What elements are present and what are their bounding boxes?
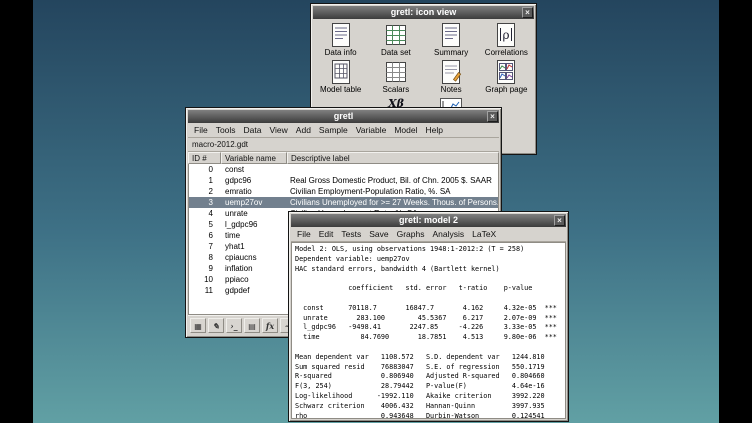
- session-icon-view-icon[interactable]: ▤: [244, 318, 260, 333]
- session-icon-graph-page[interactable]: Graph page: [479, 59, 534, 95]
- model-menu-tests[interactable]: Tests: [337, 228, 365, 240]
- session-icon-label: Correlations: [485, 48, 528, 57]
- row-id: 10: [189, 274, 222, 285]
- table-row-gdpc96[interactable]: 1gdpc96Real Gross Domestic Product, Bil.…: [189, 175, 498, 186]
- row-name: l_gdpc96: [222, 219, 288, 230]
- session-icon-correlations[interactable]: ρ Correlations: [479, 22, 534, 58]
- row-label: Real Gross Domestic Product, Bil. of Chn…: [288, 175, 498, 186]
- row-label: Civilians Unemployed for >= 27 Weeks. Th…: [288, 197, 498, 208]
- session-icon-label: Scalars: [383, 85, 410, 94]
- row-name: emratio: [222, 186, 288, 197]
- session-icon-scalars[interactable]: Scalars: [368, 59, 423, 95]
- model-output[interactable]: Model 2: OLS, using observations 1948:1-…: [291, 242, 566, 419]
- session-icon-label: Model table: [320, 85, 361, 94]
- main-menu-model[interactable]: Model: [390, 124, 421, 136]
- main-menu-data[interactable]: Data: [240, 124, 266, 136]
- calculator-icon[interactable]: ▦: [190, 318, 206, 333]
- row-id: 0: [189, 164, 222, 175]
- session-icon-label: Graph page: [485, 85, 527, 94]
- data-info-icon: [330, 22, 352, 48]
- scalars-icon: [385, 59, 407, 85]
- row-label: Civilian Employment-Population Ratio, %.…: [288, 186, 498, 197]
- row-name: time: [222, 230, 288, 241]
- row-name: ppiaco: [222, 274, 288, 285]
- row-id: 9: [189, 263, 222, 274]
- main-window-title: gretl: [334, 110, 354, 123]
- model-menu-latex[interactable]: LaTeX: [468, 228, 500, 240]
- notes-icon: [440, 59, 462, 85]
- column-header-name[interactable]: Variable name: [221, 152, 287, 164]
- summary-icon: [440, 22, 462, 48]
- model-table-icon: [330, 59, 352, 85]
- model-window: gretl: model 2 × FileEditTestsSaveGraphs…: [288, 211, 569, 422]
- session-icon-label: Summary: [434, 48, 468, 57]
- main-menu-sample[interactable]: Sample: [315, 124, 352, 136]
- variable-list-header: ID # Variable name Descriptive label: [188, 152, 499, 164]
- column-header-id[interactable]: ID #: [188, 152, 221, 164]
- session-icon-label: Notes: [441, 85, 462, 94]
- correlations-icon: ρ: [495, 22, 517, 48]
- row-id: 5: [189, 219, 222, 230]
- session-icon-data-info[interactable]: Data info: [313, 22, 368, 58]
- row-id: 7: [189, 241, 222, 252]
- model-menu-save[interactable]: Save: [365, 228, 392, 240]
- function-packages-icon[interactable]: fx: [262, 318, 278, 333]
- row-id: 11: [189, 285, 222, 296]
- session-icon-summary[interactable]: Summary: [424, 22, 479, 58]
- graph-page-icon: [495, 59, 517, 85]
- data-set-icon: [385, 22, 407, 48]
- row-id: 8: [189, 252, 222, 263]
- row-id: 1: [189, 175, 222, 186]
- main-menu-help[interactable]: Help: [421, 124, 446, 136]
- column-header-label[interactable]: Descriptive label: [287, 152, 499, 164]
- row-name: cpiaucns: [222, 252, 288, 263]
- close-icon[interactable]: ×: [487, 111, 498, 122]
- model-titlebar[interactable]: gretl: model 2 ×: [291, 214, 566, 227]
- row-name: inflation: [222, 263, 288, 274]
- row-name: yhat1: [222, 241, 288, 252]
- table-row-uemp27ov[interactable]: 3uemp27ovCivilians Unemployed for >= 27 …: [189, 197, 498, 208]
- session-icon-label: Data set: [381, 48, 411, 57]
- session-icon-model-table[interactable]: Model table: [313, 59, 368, 95]
- main-menu-tools[interactable]: Tools: [212, 124, 240, 136]
- icon-view-titlebar[interactable]: gretl: icon view ×: [313, 6, 534, 19]
- model-window-title: gretl: model 2: [399, 214, 458, 227]
- row-name: gdpdef: [222, 285, 288, 296]
- model-menubar: FileEditTestsSaveGraphsAnalysisLaTeX: [291, 227, 566, 242]
- screen: gretl: icon view × Data info Data set Summ…: [0, 0, 752, 423]
- main-titlebar[interactable]: gretl ×: [188, 110, 499, 123]
- console-icon[interactable]: ›_: [226, 318, 242, 333]
- row-id: 6: [189, 230, 222, 241]
- main-menu-view[interactable]: View: [266, 124, 292, 136]
- svg-text:ρ: ρ: [503, 28, 510, 42]
- model-menu-edit[interactable]: Edit: [315, 228, 338, 240]
- table-row-const[interactable]: 0const: [189, 164, 498, 175]
- row-name: const: [222, 164, 288, 175]
- row-name: gdpc96: [222, 175, 288, 186]
- row-id: 2: [189, 186, 222, 197]
- row-name: uemp27ov: [222, 197, 288, 208]
- main-menu-file[interactable]: File: [190, 124, 212, 136]
- main-menubar: FileToolsDataViewAddSampleVariableModelH…: [188, 123, 499, 138]
- session-icon-data-set[interactable]: Data set: [368, 22, 423, 58]
- close-icon[interactable]: ×: [554, 215, 565, 226]
- model-menu-file[interactable]: File: [293, 228, 315, 240]
- model-menu-analysis[interactable]: Analysis: [428, 228, 468, 240]
- main-menu-add[interactable]: Add: [292, 124, 315, 136]
- row-label: [288, 164, 498, 175]
- close-icon[interactable]: ×: [522, 7, 533, 18]
- new-script-icon[interactable]: ✎: [208, 318, 224, 333]
- dataset-filename: macro-2012.gdt: [188, 138, 499, 152]
- table-row-emratio[interactable]: 2emratioCivilian Employment-Population R…: [189, 186, 498, 197]
- row-name: unrate: [222, 208, 288, 219]
- session-icon-notes[interactable]: Notes: [424, 59, 479, 95]
- row-id: 3: [189, 197, 222, 208]
- session-icon-label: Data info: [325, 48, 357, 57]
- row-id: 4: [189, 208, 222, 219]
- icon-view-title: gretl: icon view: [391, 6, 457, 19]
- main-menu-variable[interactable]: Variable: [352, 124, 391, 136]
- model-menu-graphs[interactable]: Graphs: [393, 228, 429, 240]
